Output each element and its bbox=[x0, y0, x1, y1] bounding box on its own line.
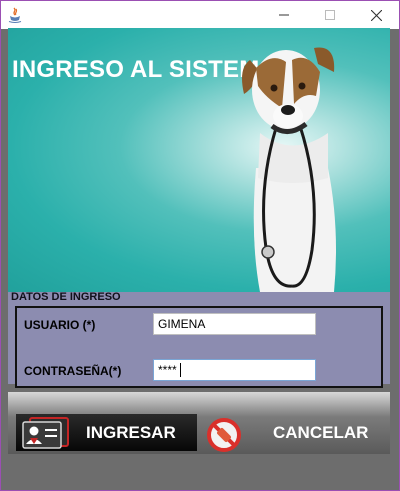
ingresar-button[interactable]: INGRESAR bbox=[16, 414, 197, 451]
username-label: USUARIO (*) bbox=[24, 318, 96, 332]
password-label: CONTRASEÑA(*) bbox=[24, 364, 122, 378]
java-app-icon bbox=[8, 7, 22, 23]
login-group-title: DATOS DE INGRESO bbox=[11, 291, 121, 303]
cancelar-label: CANCELAR bbox=[273, 423, 369, 442]
minimize-icon bbox=[279, 14, 289, 16]
cancel-prohibited-icon bbox=[207, 418, 241, 452]
maximize-icon bbox=[325, 10, 335, 20]
close-button[interactable] bbox=[353, 1, 399, 29]
id-card-user-icon bbox=[22, 417, 69, 449]
text-caret bbox=[180, 363, 181, 377]
dog-with-stethoscope-image bbox=[242, 47, 336, 292]
password-input[interactable] bbox=[153, 359, 316, 381]
close-icon bbox=[370, 9, 382, 21]
maximize-button[interactable] bbox=[307, 1, 353, 29]
minimize-button[interactable] bbox=[261, 1, 307, 29]
banner-image: INGRESO AL SISTEMA bbox=[8, 28, 390, 292]
cancelar-button[interactable]: CANCELAR bbox=[205, 414, 385, 452]
username-input[interactable] bbox=[153, 313, 316, 335]
ingresar-label: INGRESAR bbox=[86, 423, 176, 442]
title-bar[interactable] bbox=[1, 1, 399, 29]
